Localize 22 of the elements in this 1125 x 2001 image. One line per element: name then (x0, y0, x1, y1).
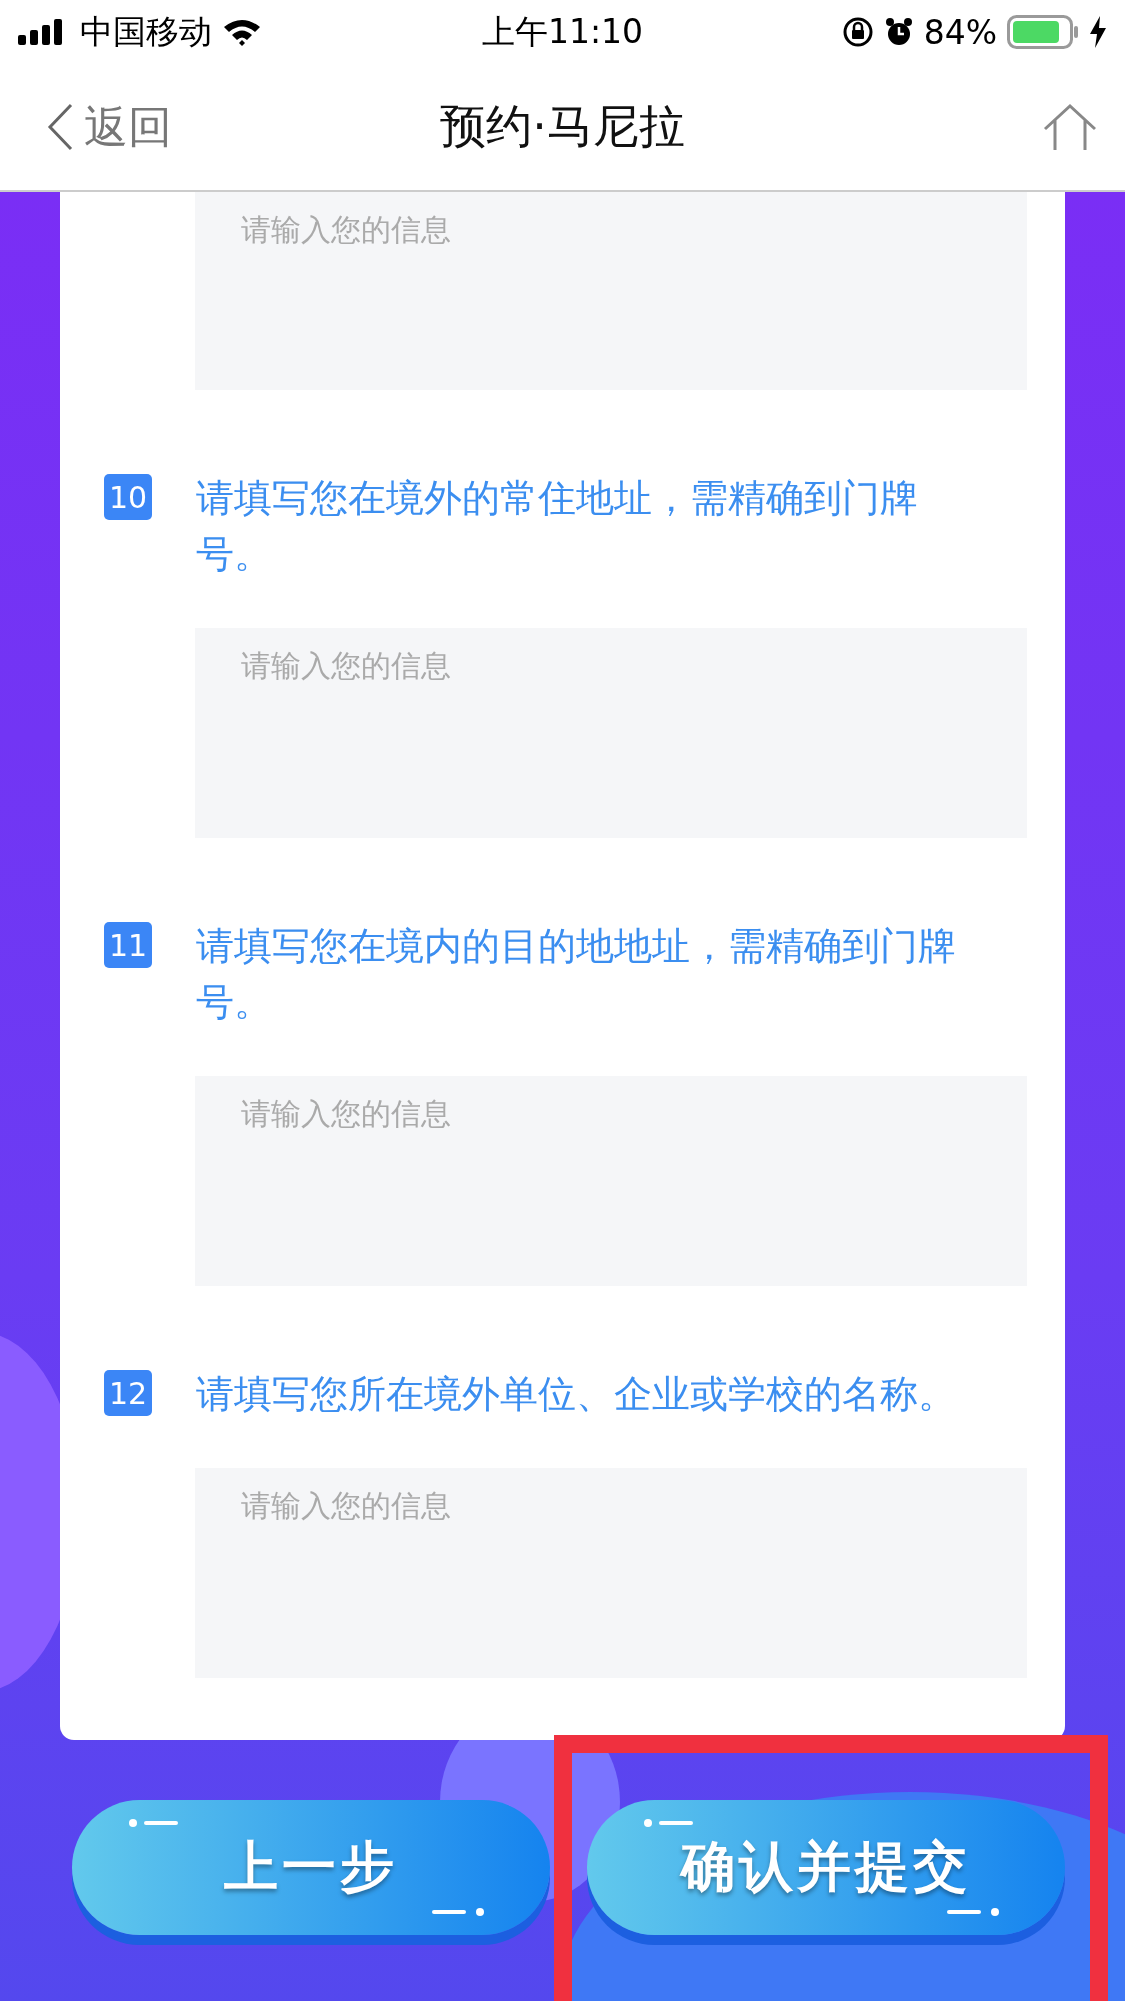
home-icon[interactable] (1043, 103, 1097, 151)
input-field[interactable]: 请输入您的信息 (195, 1468, 1027, 1678)
carrier-name: 中国移动 (80, 10, 212, 53)
question-text: 请填写您所在境外单位、企业或学校的名称。 (196, 1371, 957, 1418)
question-text: 请填写您在境外的常住地址，需精确到门牌号。 (196, 475, 919, 578)
question-number: 11 (104, 922, 152, 968)
input-field[interactable]: 请输入您的信息 (195, 192, 1027, 390)
question-number: 12 (104, 1370, 152, 1416)
page-title: 预约·马尼拉 (440, 98, 685, 155)
chevron-left-icon (46, 103, 74, 151)
battery-percent: 84% (923, 12, 997, 52)
question-number: 10 (104, 474, 152, 520)
alarm-icon (883, 17, 914, 47)
rotation-lock-icon (841, 16, 874, 48)
back-button[interactable]: 返回 (46, 97, 172, 157)
clock-time: 上午11:10 (481, 10, 644, 53)
input-field[interactable]: 请输入您的信息 (195, 628, 1027, 838)
input-field[interactable]: 请输入您的信息 (195, 1076, 1027, 1286)
battery-icon (1007, 15, 1079, 49)
charging-icon (1089, 16, 1107, 48)
question-text: 请填写您在境内的目的地地址，需精确到门牌号。 (196, 923, 957, 1026)
wifi-icon (222, 17, 262, 47)
